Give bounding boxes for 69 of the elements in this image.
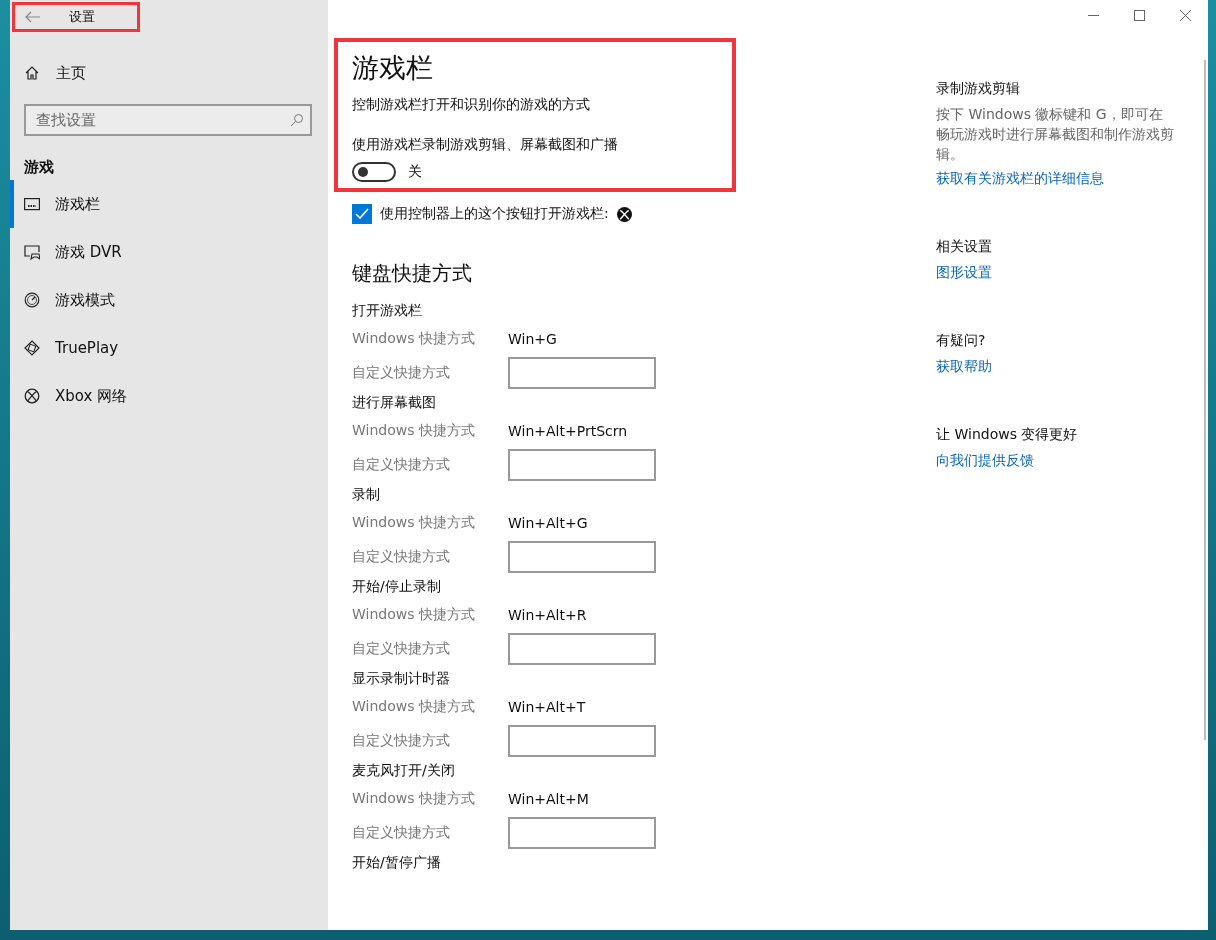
- shortcut-label: Windows 快捷方式: [352, 606, 476, 624]
- shortcut-value: Win+Alt+PrtScrn: [508, 423, 628, 439]
- shortcut-input[interactable]: [508, 541, 656, 573]
- controller-screen-icon: [24, 244, 40, 260]
- checkbox-label: 使用控制器上的这个按钮打开游戏栏:: [380, 205, 609, 223]
- xbox-icon: [616, 206, 632, 222]
- shortcut-input[interactable]: [508, 633, 656, 665]
- sidebar-item[interactable]: Xbox 网络: [10, 372, 328, 420]
- close-icon[interactable]: [1180, 10, 1191, 21]
- aside-text: 按下 Windows 徽标键和 G，即可在畅玩游戏时进行屏幕截图和制作游戏剪辑。: [936, 105, 1175, 164]
- aside-link[interactable]: 图形设置: [936, 264, 992, 280]
- sidebar-item[interactable]: 游戏模式: [10, 276, 328, 324]
- shortcut-input[interactable]: [508, 357, 656, 389]
- page-title: 游戏栏: [352, 51, 434, 85]
- aside-heading: 有疑问?: [936, 332, 987, 350]
- shortcut-value: Win+Alt+G: [508, 515, 588, 531]
- shortcut-input[interactable]: [508, 449, 656, 481]
- shortcut-title: 开始/暂停广播: [352, 853, 442, 872]
- shortcut-label: 自定义快捷方式: [352, 548, 451, 566]
- xbox-icon: [24, 388, 40, 404]
- keyboard-icon: [24, 197, 40, 211]
- shortcut-label: Windows 快捷方式: [352, 698, 476, 716]
- back-arrow-icon[interactable]: [25, 11, 41, 23]
- shortcut-label: 自定义快捷方式: [352, 456, 451, 474]
- aside-heading: 相关设置: [936, 238, 993, 256]
- toggle-label: 使用游戏栏录制游戏剪辑、屏幕截图和广播: [352, 136, 619, 154]
- shortcut-label: Windows 快捷方式: [352, 514, 476, 532]
- gauge-icon: [24, 292, 40, 308]
- checkbox[interactable]: [352, 204, 372, 224]
- description-text: 控制游戏栏打开和识别你的游戏的方式: [352, 96, 591, 114]
- shortcut-label: Windows 快捷方式: [352, 330, 476, 348]
- shortcut-title: 录制: [352, 485, 381, 504]
- shortcut-title: 显示录制计时器: [352, 669, 451, 688]
- home-link[interactable]: 主页: [24, 62, 328, 84]
- scrollbar[interactable]: [1204, 60, 1206, 740]
- shortcut-title: 麦克风打开/关闭: [352, 761, 456, 780]
- shortcut-input[interactable]: [508, 725, 656, 757]
- shortcut-value: Win+G: [508, 331, 557, 347]
- search-icon: [290, 113, 304, 127]
- section-heading: 游戏: [24, 158, 55, 178]
- aside-link[interactable]: 获取帮助: [936, 358, 992, 374]
- shortcut-input[interactable]: [508, 817, 656, 849]
- shortcut-value: Win+Alt+R: [508, 607, 587, 623]
- shortcut-label: 自定义快捷方式: [352, 640, 451, 658]
- shortcut-label: Windows 快捷方式: [352, 790, 476, 808]
- shortcut-title: 打开游戏栏: [352, 301, 423, 320]
- search-field[interactable]: 查找设置: [24, 104, 312, 136]
- shortcut-label: 自定义快捷方式: [352, 824, 451, 842]
- aside-heading: 让 Windows 变得更好: [936, 426, 1079, 444]
- shield-icon: [24, 340, 40, 356]
- shortcut-label: Windows 快捷方式: [352, 422, 476, 440]
- sidebar-item[interactable]: TruePlay: [10, 324, 328, 372]
- aside-link[interactable]: 向我们提供反馈: [936, 452, 1034, 468]
- shortcut-label: 自定义快捷方式: [352, 732, 451, 750]
- maximize-icon[interactable]: [1134, 10, 1145, 21]
- section-heading: 键盘快捷方式: [352, 260, 473, 287]
- shortcut-title: 开始/停止录制: [352, 577, 442, 596]
- home-icon: [24, 65, 40, 81]
- shortcut-title: 进行屏幕截图: [352, 393, 437, 412]
- shortcut-value: Win+Alt+M: [508, 791, 589, 807]
- sidebar-item[interactable]: 游戏栏: [10, 180, 328, 228]
- window-title: 设置: [69, 8, 95, 26]
- sidebar-item[interactable]: 游戏 DVR: [10, 228, 328, 276]
- aside-heading: 录制游戏剪辑: [936, 80, 1021, 98]
- aside-link[interactable]: 获取有关游戏栏的详细信息: [936, 170, 1104, 186]
- shortcut-label: 自定义快捷方式: [352, 364, 451, 382]
- shortcut-value: Win+Alt+T: [508, 699, 586, 715]
- toggle-switch[interactable]: [352, 162, 396, 182]
- toggle-state: 关: [408, 163, 422, 181]
